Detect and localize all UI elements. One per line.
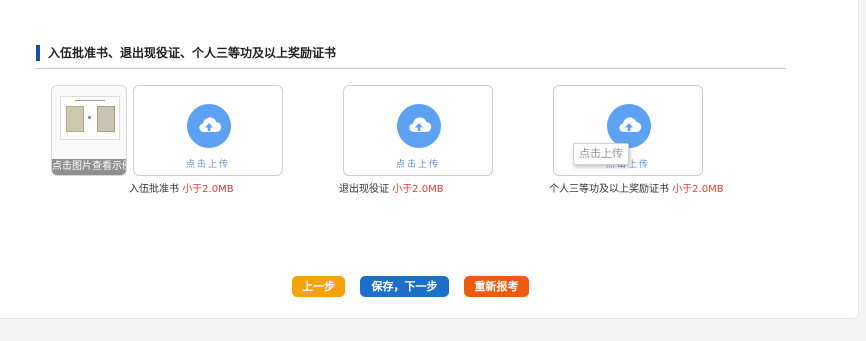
section-title: 入伍批准书、退出现役证、个人三等功及以上奖励证书 <box>48 46 337 60</box>
previous-step-button[interactable]: 上一步 <box>292 276 345 297</box>
upload-label: 点击上传 <box>395 160 440 170</box>
size-limit: 小于2.0MB <box>182 184 234 195</box>
upload-tooltip: 点击上传 <box>573 143 629 165</box>
size-limit: 小于2.0MB <box>392 184 444 195</box>
section-header: 入伍批准书、退出现役证、个人三等功及以上奖励证书 <box>36 44 336 61</box>
form-panel: 入伍批准书、退出现役证、个人三等功及以上奖励证书 点击图片查看示例 点击上传 入… <box>0 0 859 319</box>
cloud-upload-icon <box>607 104 651 148</box>
reapply-button[interactable]: 重新报考 <box>464 276 529 297</box>
upload-box-enlistment-approval[interactable]: 点击上传 <box>133 85 283 176</box>
upload-box-discharge-certificate[interactable]: 点击上传 <box>343 85 493 176</box>
upload-caption-name: 入伍批准书 <box>129 184 179 195</box>
sample-image[interactable]: 点击图片查看示例 <box>51 85 127 176</box>
upload-caption-name: 退出现役证 <box>339 184 389 195</box>
sample-caption: 点击图片查看示例 <box>52 159 126 175</box>
cloud-upload-icon <box>187 104 231 148</box>
section-divider <box>36 68 786 69</box>
upload-caption-discharge-certificate: 退出现役证 小于2.0MB <box>339 180 444 195</box>
cloud-upload-icon <box>397 104 441 148</box>
upload-caption-name: 个人三等功及以上奖励证书 <box>549 184 669 195</box>
sample-document-thumbnail <box>60 96 120 140</box>
size-limit: 小于2.0MB <box>672 184 724 195</box>
upload-caption-merit-award: 个人三等功及以上奖励证书 小于2.0MB <box>549 180 724 195</box>
save-next-button[interactable]: 保存，下一步 <box>360 276 449 297</box>
upload-label: 点击上传 <box>185 160 230 170</box>
upload-caption-enlistment-approval: 入伍批准书 小于2.0MB <box>129 180 234 195</box>
section-accent-bar <box>36 44 40 61</box>
